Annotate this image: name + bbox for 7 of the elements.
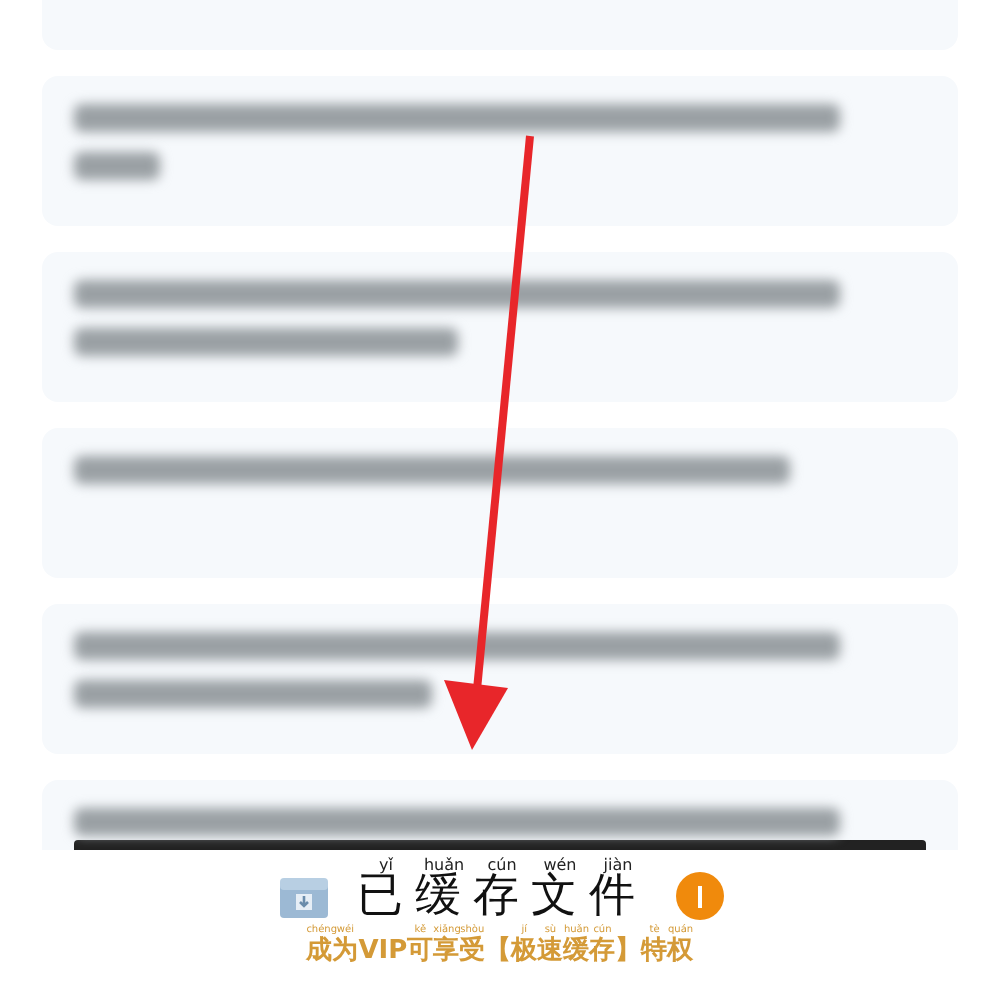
pinyin-text: yǐ	[377, 858, 395, 874]
pinyin-text: jiàn	[603, 858, 633, 874]
pinyin-text: wén	[543, 858, 579, 874]
cached-files-title: 已缓存文件	[357, 874, 647, 920]
pinyin-text: cún	[487, 858, 519, 874]
vip-promo-text: 成为VIP可享受【极速缓存】特权	[306, 938, 694, 964]
pinyin-text: huǎn	[423, 858, 467, 874]
